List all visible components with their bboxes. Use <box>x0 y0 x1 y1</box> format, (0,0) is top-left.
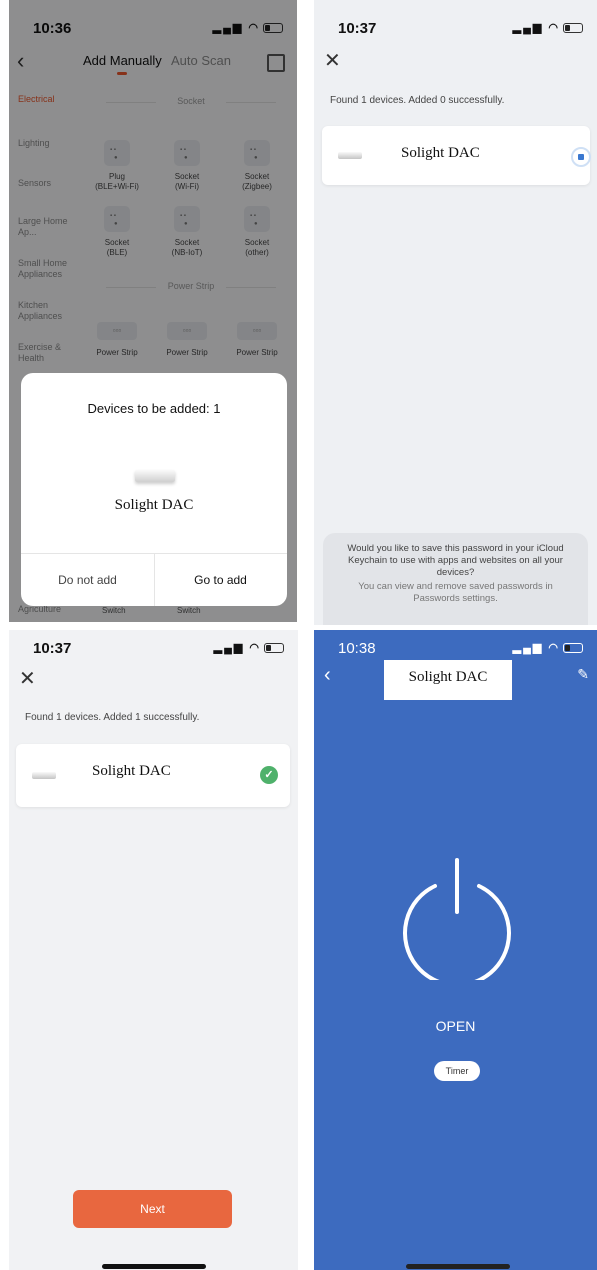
device-icon <box>135 470 175 482</box>
power-icon[interactable] <box>397 856 517 980</box>
wifi-icon: ◠ <box>548 22 560 34</box>
do-not-add-button[interactable]: Do not add <box>21 554 155 606</box>
keychain-prompt[interactable]: Would you like to save this password in … <box>323 533 588 625</box>
device-name: Solight DAC <box>379 135 553 175</box>
back-icon[interactable]: ‹ <box>324 664 331 687</box>
device-card[interactable]: Solight DAC ✓ <box>16 744 290 807</box>
close-icon[interactable]: ✕ <box>324 48 341 73</box>
home-indicator <box>102 1264 206 1269</box>
add-manually-screen: 10:36 ▂▄▆ ◠ ‹ Add Manually Auto Scan Ele… <box>9 0 297 622</box>
device-name: Solight DAC <box>72 753 192 793</box>
dialog-buttons: Do not add Go to add <box>21 553 287 606</box>
edit-icon[interactable]: ✎ <box>577 666 589 683</box>
device-added-screen: 10:37 ▂▄▆ ◠ ✕ Found 1 devices. Added 1 s… <box>9 630 298 1270</box>
loading-icon <box>571 147 591 167</box>
go-to-add-button[interactable]: Go to add <box>154 554 287 606</box>
wifi-icon: ◠ <box>548 642 560 654</box>
found-status: Found 1 devices. Added 1 successfully. <box>25 712 200 723</box>
keychain-message: Would you like to save this password in … <box>347 543 564 578</box>
wifi-icon: ◠ <box>249 642 261 654</box>
device-icon <box>32 772 56 779</box>
device-control-screen: 10:38 ▂▄▆ ◠ ‹ Solight DAC ✎ OPEN Timer <box>314 630 597 1270</box>
status-bar: 10:38 ▂▄▆ ◠ <box>314 630 597 664</box>
device-name: Solight DAC <box>114 497 194 513</box>
status-bar: 10:37 ▂▄▆ ◠ <box>9 630 298 664</box>
status-icons: ▂▄▆ ◠ <box>513 21 583 34</box>
battery-icon <box>264 643 284 654</box>
found-status: Found 1 devices. Added 0 successfully. <box>330 95 505 106</box>
adding-device-screen: 10:37 ▂▄▆ ◠ ✕ Found 1 devices. Added 0 s… <box>314 0 597 625</box>
keychain-subtext: You can view and remove saved passwords … <box>358 581 553 604</box>
dialog-title: Devices to be added: 1 <box>87 401 221 416</box>
status-icons: ▂▄▆ ◠ <box>513 641 583 654</box>
next-button[interactable]: Next <box>73 1190 232 1228</box>
status-time: 10:37 <box>338 20 377 37</box>
signal-icon: ▂▄▆ <box>512 642 544 654</box>
battery-icon <box>563 643 583 654</box>
status-time: 10:37 <box>33 640 72 657</box>
close-icon[interactable]: ✕ <box>19 666 36 691</box>
check-icon: ✓ <box>260 766 278 784</box>
device-card[interactable]: Solight DAC <box>322 126 591 185</box>
signal-icon: ▂▄▆ <box>213 642 245 654</box>
status-time: 10:38 <box>338 640 376 657</box>
status-bar: 10:37 ▂▄▆ ◠ <box>314 0 597 44</box>
devices-to-add-dialog: Devices to be added: 1 Solight DAC Do no… <box>21 373 287 606</box>
timer-button[interactable]: Timer <box>434 1061 480 1081</box>
power-state-label: OPEN <box>435 1018 476 1034</box>
device-title: Solight DAC <box>384 660 512 700</box>
device-icon <box>338 152 362 159</box>
signal-icon: ▂▄▆ <box>512 22 544 34</box>
home-indicator <box>406 1264 510 1269</box>
battery-icon <box>563 23 583 34</box>
status-icons: ▂▄▆ ◠ <box>214 641 284 654</box>
